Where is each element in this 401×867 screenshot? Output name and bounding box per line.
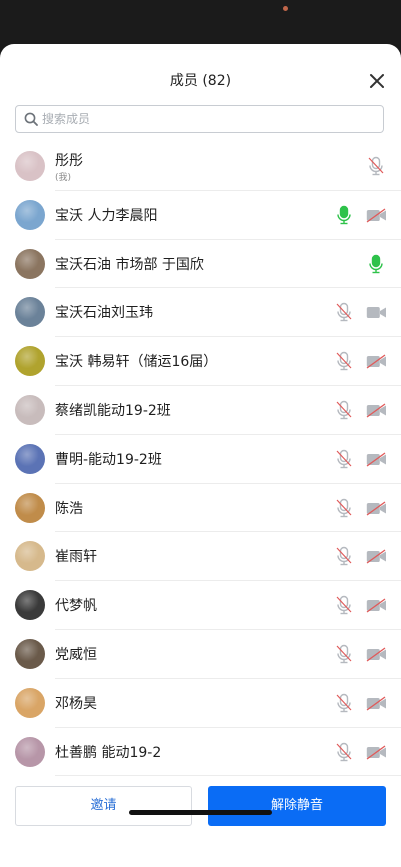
camera-off-icon	[366, 354, 387, 369]
avatar	[15, 687, 45, 718]
camera-off-icon	[366, 549, 387, 564]
avatar	[15, 346, 45, 377]
member-row[interactable]: 宝沃 人力李晨阳	[0, 191, 401, 240]
invite-button[interactable]: 邀请	[15, 786, 192, 826]
avatar	[15, 541, 45, 572]
members-sheet: 成员 (82) 彤彤 (我) 宝沃 人力李晨阳宝沃石油 市场部 于国欣宝沃石油刘玉玮…	[0, 44, 401, 867]
member-name: 邓杨昊	[55, 695, 97, 712]
member-row[interactable]: 蔡绪凯能动19-2班	[0, 386, 401, 435]
avatar	[15, 590, 45, 621]
member-row[interactable]: 宝沃石油刘玉玮	[0, 288, 401, 338]
member-name: 彤彤	[55, 153, 83, 169]
member-list: 彤彤 (我) 宝沃 人力李晨阳宝沃石油 市场部 于国欣 宝沃石油刘玉玮宝沃 韩易轩（储…	[0, 142, 401, 777]
row-divider	[55, 775, 401, 777]
member-row[interactable]: 陈浩	[0, 484, 401, 533]
avatar	[15, 297, 45, 328]
mic-muted-icon	[335, 742, 353, 762]
member-row[interactable]: 宝沃石油 市场部 于国欣	[0, 240, 401, 289]
top-status-bar	[0, 0, 401, 44]
member-name: 曹明-能动19-2班	[55, 451, 162, 468]
member-name: 杜善鹏 能动19-2	[55, 744, 162, 761]
camera-off-icon	[366, 452, 387, 467]
camera-off-icon	[366, 598, 387, 613]
mic-muted-icon	[335, 693, 353, 713]
camera-on-icon	[366, 305, 387, 320]
avatar	[15, 638, 45, 669]
member-self-tag: (我)	[55, 173, 72, 183]
member-name: 宝沃石油刘玉玮	[55, 305, 153, 322]
member-row[interactable]: 彤彤 (我)	[0, 142, 401, 191]
unmute-button[interactable]: 解除静音	[208, 786, 386, 826]
camera-off-icon	[366, 696, 387, 711]
mic-muted-icon	[335, 644, 353, 664]
camera-off-icon	[366, 745, 387, 760]
member-name: 宝沃 人力李晨阳	[55, 207, 158, 224]
mic-on-icon	[367, 254, 385, 274]
sheet-title: 成员 (82)	[169, 73, 232, 89]
avatar	[15, 443, 45, 474]
close-button[interactable]	[366, 70, 388, 92]
member-name: 宝沃石油 市场部 于国欣	[55, 256, 204, 273]
mic-muted-icon	[335, 400, 353, 420]
avatar	[15, 199, 45, 230]
mic-muted-icon	[335, 351, 353, 371]
search-box[interactable]	[15, 105, 384, 133]
avatar	[15, 151, 45, 181]
member-row[interactable]: 邓杨昊	[0, 679, 401, 728]
member-name: 蔡绪凯能动19-2班	[55, 402, 171, 419]
search-input[interactable]	[42, 108, 372, 130]
mic-muted-icon	[335, 546, 353, 566]
mic-muted-icon	[335, 498, 353, 518]
home-indicator[interactable]	[129, 810, 272, 815]
camera-off-icon	[366, 501, 387, 516]
member-name: 代梦帆	[55, 598, 97, 615]
search-icon	[24, 112, 38, 126]
mic-muted-icon	[367, 156, 385, 176]
camera-off-icon	[366, 647, 387, 662]
close-icon	[370, 74, 384, 88]
camera-off-icon	[366, 403, 387, 418]
avatar	[15, 736, 45, 767]
member-row[interactable]: 代梦帆	[0, 581, 401, 630]
member-row[interactable]: 杜善鹏 能动19-2	[0, 728, 401, 777]
member-row[interactable]: 崔雨轩	[0, 532, 401, 582]
avatar	[15, 394, 45, 425]
avatar	[15, 492, 45, 523]
member-name: 崔雨轩	[55, 549, 97, 566]
mic-on-icon	[335, 205, 353, 225]
member-name: 陈浩	[55, 500, 83, 517]
member-row[interactable]: 曹明-能动19-2班	[0, 435, 401, 484]
camera-indicator	[283, 6, 288, 11]
member-row[interactable]: 宝沃 韩易轩（储运16届）	[0, 337, 401, 386]
camera-off-icon	[366, 208, 387, 223]
avatar	[15, 248, 45, 279]
member-name: 宝沃 韩易轩（储运16届）	[55, 354, 218, 371]
mic-muted-icon	[335, 595, 353, 615]
member-row[interactable]: 党威恒	[0, 630, 401, 679]
mic-muted-icon	[335, 302, 353, 322]
member-name: 党威恒	[55, 646, 97, 663]
mic-muted-icon	[335, 449, 353, 469]
